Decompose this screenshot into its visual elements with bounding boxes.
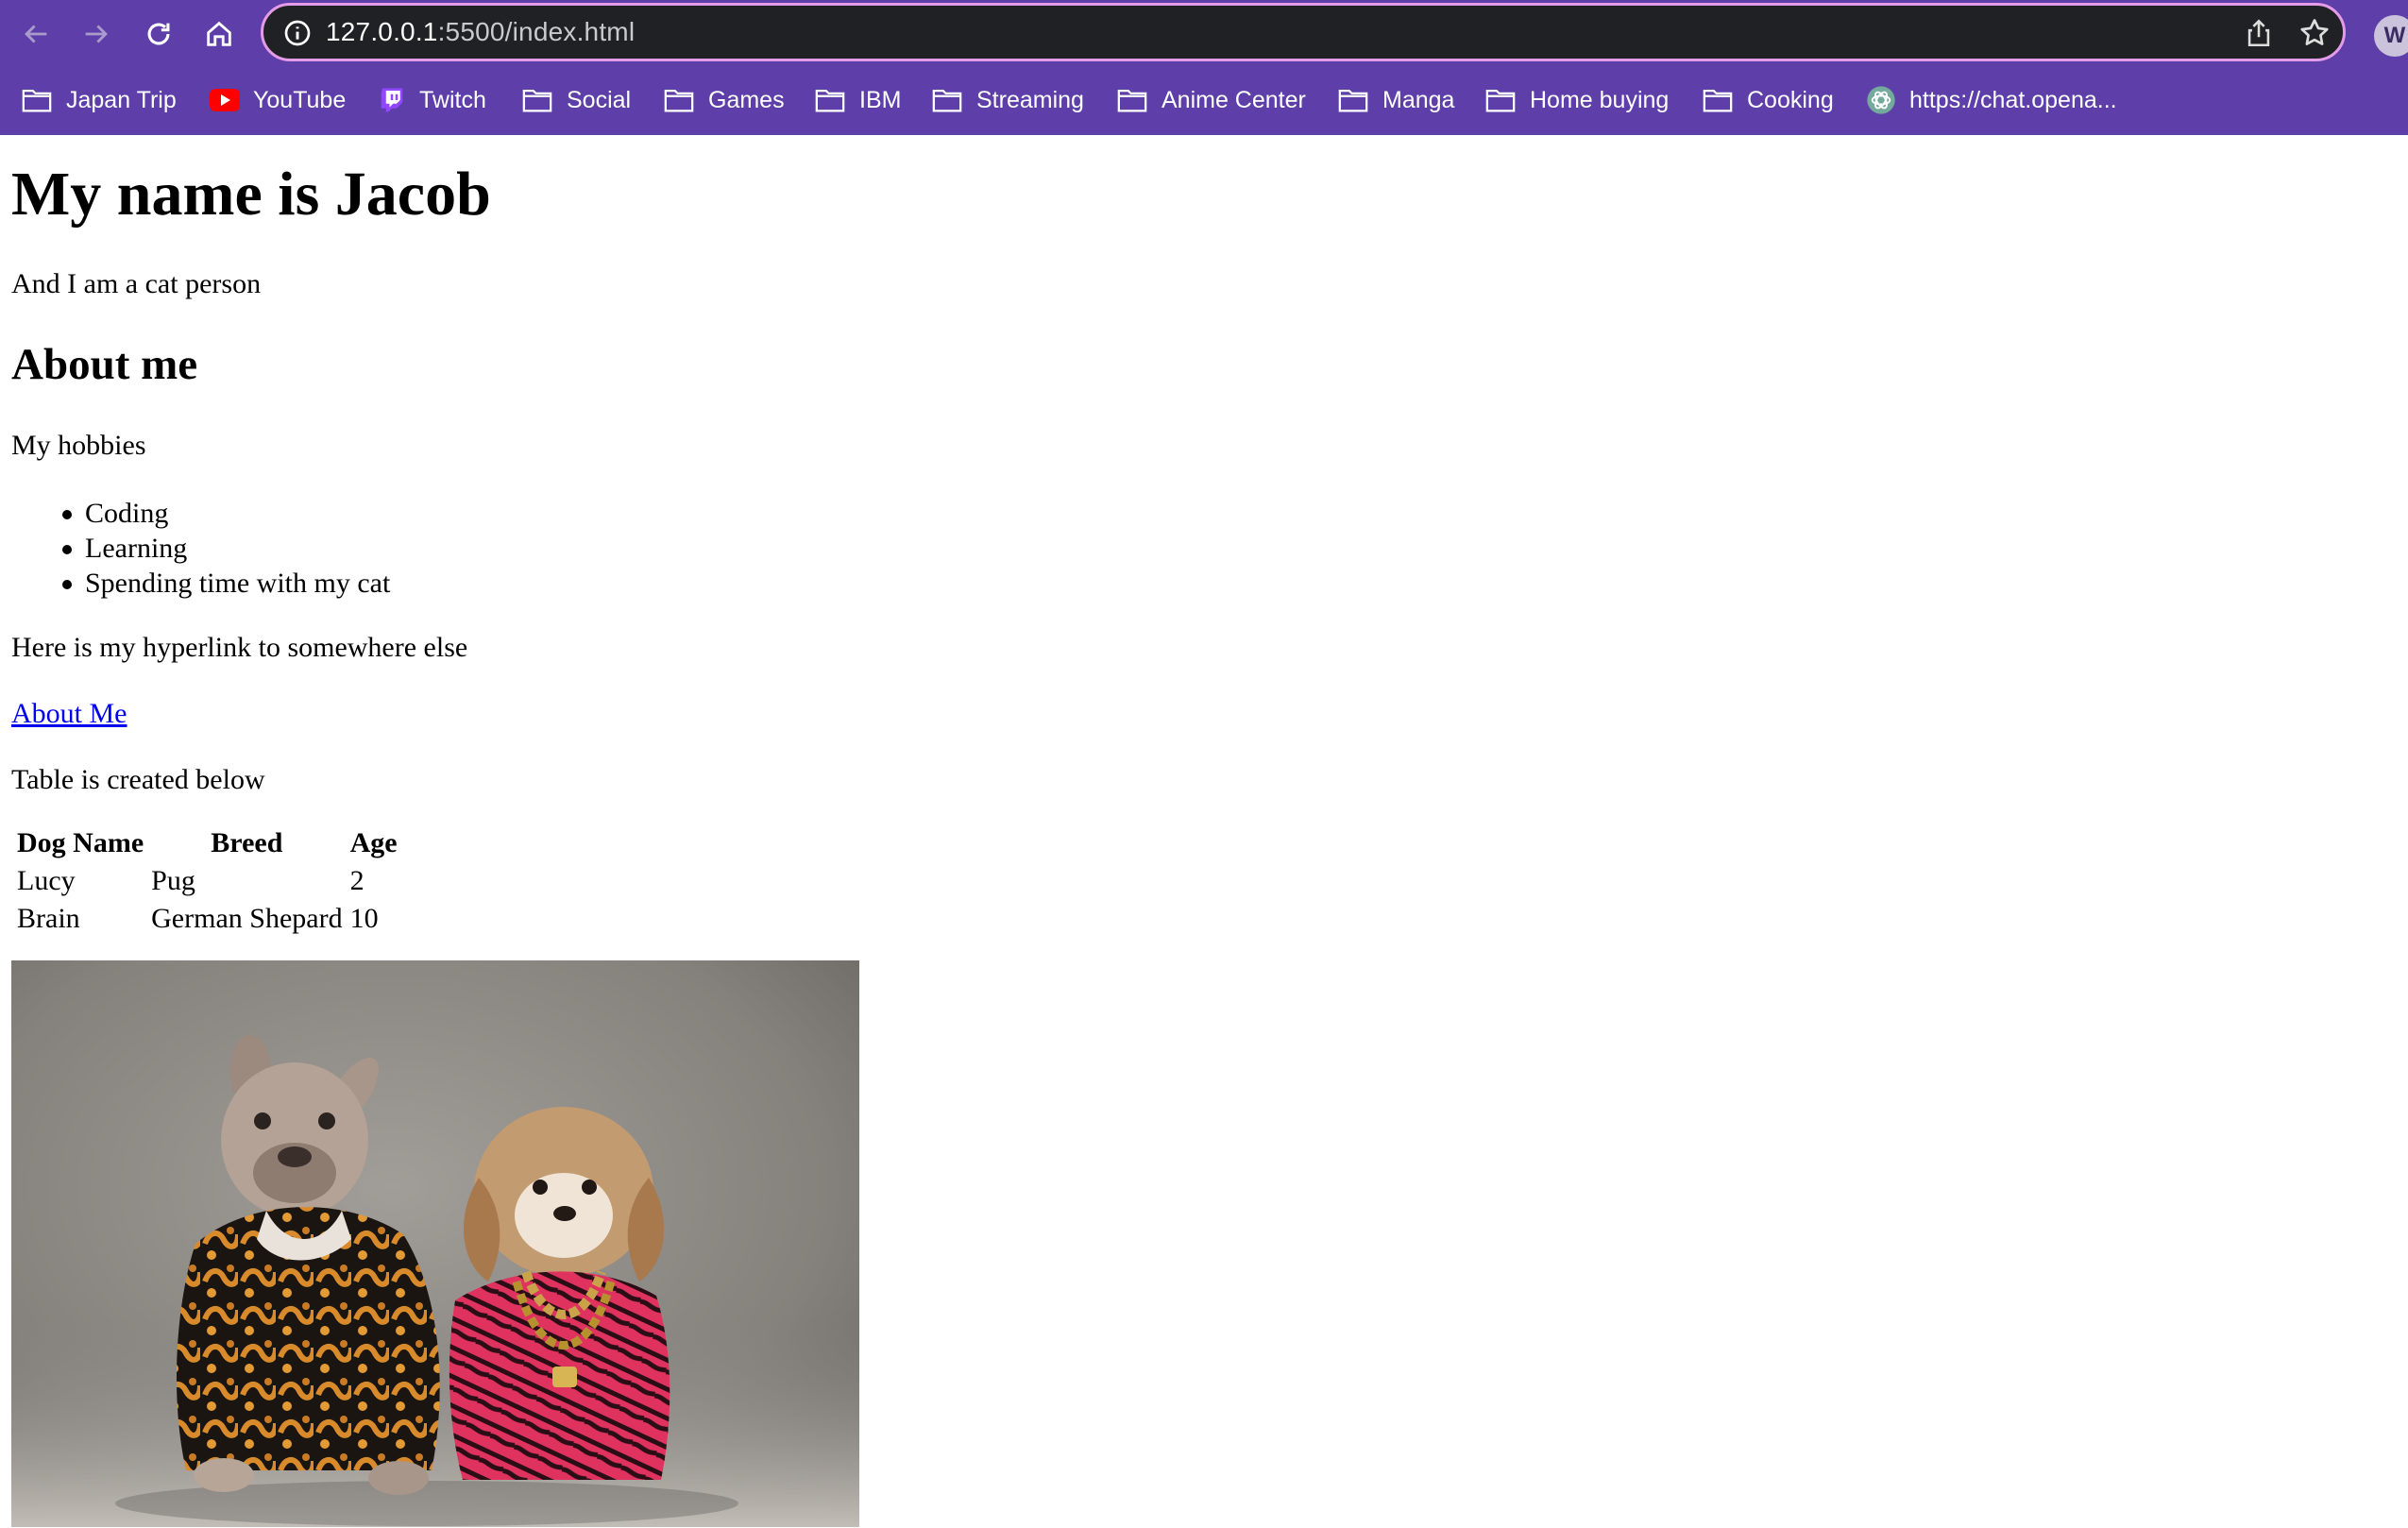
folder-icon [22,89,52,112]
folder-icon [1117,89,1147,112]
table-header-row: Dog Name Breed Age [15,826,399,860]
bookmark-label: Japan Trip [66,86,177,113]
profile-initial: W [2383,23,2406,48]
shih-tzu [449,1107,670,1480]
dog-table: Dog Name Breed Age Lucy Pug 2 Brain Germ… [11,823,403,940]
column-header: Dog Name [17,827,144,858]
bookmarks-bar: Japan Trip YouTube Twitch Social Games I… [0,79,2408,121]
bookmark-anime-center[interactable]: Anime Center [1116,79,1306,121]
openai-icon [1867,86,1895,114]
dogs-photo [11,960,859,1527]
table-row: Brain German Shepard 10 [15,902,399,936]
folder-icon [815,89,845,112]
bookmark-chat-openai[interactable]: https://chat.opena... [1866,79,2117,121]
table-row: Lucy Pug 2 [15,864,399,898]
folder-icon [1338,89,1368,112]
folder-icon [664,89,694,112]
site-info-icon[interactable] [282,18,313,48]
table-cell: 2 [349,865,365,896]
forward-arrow-icon[interactable] [76,13,117,55]
bookmark-label: YouTube [253,86,347,113]
hobbies-list: Coding Learning Spending time with my ca… [59,496,390,601]
page-content: My name is Jacob And I am a cat person A… [0,135,2408,1528]
address-bar[interactable]: 127.0.0.1:5500/index.html [261,3,2346,61]
folder-icon [932,89,962,112]
browser-toolbar: 127.0.0.1:5500/index.html W Japan Trip Y… [0,0,2408,135]
hobbies-label: My hobbies [11,430,146,461]
home-icon[interactable] [198,13,240,55]
list-item: Learning [59,531,390,566]
url-host: 127.0.0.1 [326,17,438,46]
bookmark-label: Games [708,86,785,113]
about-me-link[interactable]: About Me [11,698,127,730]
list-item: Coding [59,496,390,531]
page-title: My name is Jacob [11,160,491,229]
bookmark-label: Social [567,86,632,113]
dogs-illustration [11,960,859,1527]
table-cell: 10 [349,903,379,934]
bookmark-label: Twitch [419,86,486,113]
bookmark-star-icon[interactable] [2298,16,2332,50]
bookmark-cooking[interactable]: Cooking [1702,79,1834,121]
folder-icon [1703,89,1733,112]
table-cell: Lucy [17,865,76,896]
about-heading: About me [11,340,198,389]
bookmark-social[interactable]: Social [521,79,631,121]
url-text[interactable]: 127.0.0.1:5500/index.html [326,17,635,47]
bookmark-label: Streaming [976,86,1084,113]
hyperlink-intro: Here is my hyperlink to somewhere else [11,632,468,663]
column-header: Breed [211,827,283,858]
share-icon[interactable] [2243,17,2275,49]
tagline: And I am a cat person [11,268,262,299]
bookmark-youtube[interactable]: YouTube [210,79,346,121]
twitch-icon [381,88,403,112]
folder-icon [522,89,552,112]
table-intro: Table is created below [11,764,265,795]
bookmark-label: https://chat.opena... [1909,86,2117,113]
column-header: Age [349,827,398,858]
folder-icon [1485,89,1516,112]
bookmark-twitch[interactable]: Twitch [378,79,486,121]
profile-avatar[interactable]: W [2374,15,2408,57]
table-cell: Brain [17,903,80,934]
url-path: :5500/index.html [437,17,636,46]
table-cell: Pug [151,865,195,896]
bookmark-japan-trip[interactable]: Japan Trip [21,79,177,121]
list-item: Spending time with my cat [59,566,390,601]
bookmark-streaming[interactable]: Streaming [931,79,1084,121]
bookmark-home-buying[interactable]: Home buying [1484,79,1669,121]
youtube-icon [210,89,240,111]
bookmark-label: Anime Center [1162,86,1306,113]
bookmark-ibm[interactable]: IBM [814,79,901,121]
bookmark-manga[interactable]: Manga [1337,79,1454,121]
table-cell: German Shepard [151,903,343,934]
bookmark-label: Cooking [1747,86,1834,113]
back-arrow-icon[interactable] [15,13,57,55]
bookmark-label: Manga [1382,86,1455,113]
reload-icon[interactable] [138,13,179,55]
bookmark-label: Home buying [1530,86,1670,113]
bookmark-label: IBM [859,86,902,113]
bookmark-games[interactable]: Games [663,79,785,121]
